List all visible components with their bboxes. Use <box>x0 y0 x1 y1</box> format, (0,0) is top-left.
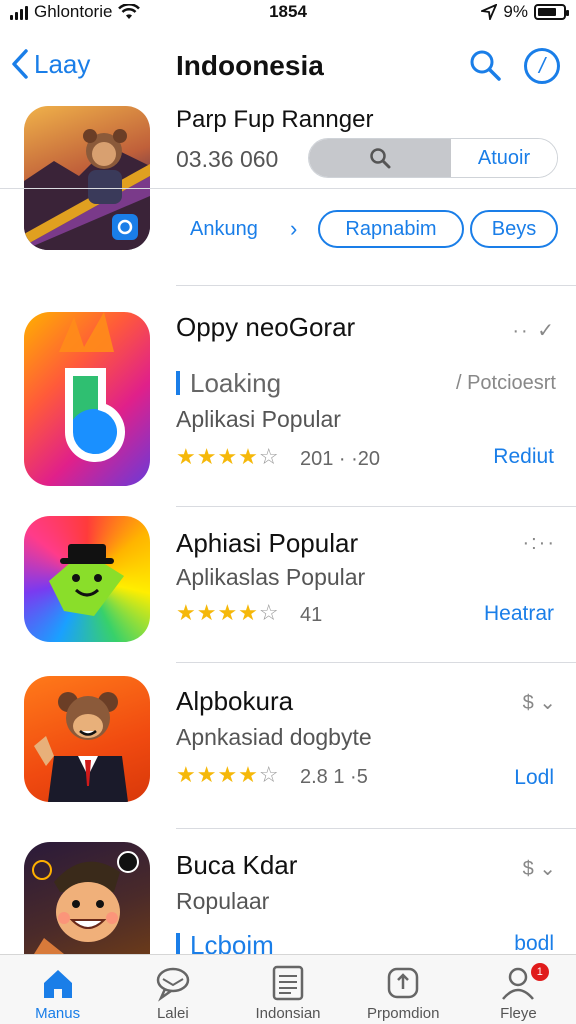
chat-icon <box>156 967 190 1002</box>
price-icon[interactable]: $ ⌄ <box>523 690 556 715</box>
location-arrow-icon <box>481 4 498 20</box>
chevron-right-icon[interactable]: › <box>290 216 297 242</box>
get-button[interactable]: Rediut <box>493 445 554 469</box>
app-category: Aplikasi Popular <box>176 406 341 432</box>
featured-pill-1[interactable]: Rapnabim <box>318 210 464 248</box>
more-icon[interactable]: ·:·· <box>522 532 556 555</box>
app-icon <box>24 516 150 642</box>
list-item[interactable]: Aphiasi Popular ·:·· Aplikaslas Popular … <box>0 506 576 664</box>
app-side-text: / Potcioesrt <box>455 372 556 394</box>
more-icon[interactable]: ·· ✓ <box>512 318 556 343</box>
app-icon <box>24 312 150 486</box>
app-subtitle-text: Loaking <box>190 368 282 398</box>
app-icon-art <box>32 851 139 954</box>
featured-app: Parp Fup Rannger 03.36 060 Atuoir Ankung… <box>0 100 576 280</box>
app-icon <box>24 676 150 802</box>
status-right: 9% <box>481 2 569 22</box>
history-icon[interactable]: / <box>524 48 560 84</box>
search-icon[interactable] <box>468 48 502 82</box>
tab-manus[interactable]: Manus <box>0 955 115 1024</box>
list-item[interactable]: Buca Kdar $ ⌄ Ropulaar Lcboim bodl <box>0 828 576 954</box>
rating-count: 201 · ·20 <box>300 448 381 470</box>
accent-bar <box>176 371 180 395</box>
app-subtitle: Ropulaar <box>176 888 270 914</box>
tab-fleye[interactable]: 1 Fleye <box>461 955 576 1024</box>
featured-title: Parp Fup Rannger <box>176 106 374 133</box>
battery-percent: 9% <box>503 2 528 21</box>
tab-indonsian[interactable]: Indonsian <box>230 955 345 1024</box>
tab-label: Lalei <box>156 1005 189 1022</box>
app-icon <box>24 842 150 954</box>
rating-count: 2.8 1 ·5 <box>300 766 368 788</box>
notification-badge: 1 <box>530 963 549 981</box>
tab-lalei[interactable]: Lalei <box>115 955 230 1024</box>
rating-stars: ★★★★☆ <box>176 762 280 787</box>
divider <box>176 285 576 286</box>
tab-label: Manus <box>35 1005 81 1022</box>
get-button[interactable]: Lodl <box>514 766 554 790</box>
app-icon-art <box>59 312 125 463</box>
rating-stars: ★★★★☆ <box>176 444 280 469</box>
app-title: Buca Kdar <box>176 850 298 880</box>
get-button[interactable]: bodl <box>514 932 554 954</box>
featured-action-button[interactable]: Atuoir <box>451 139 557 177</box>
app-subtitle: Aplikaslas Popular <box>176 564 366 590</box>
tab-prpomdion[interactable]: Prpomdion <box>346 955 461 1024</box>
chevron-left-icon <box>12 49 28 79</box>
list-item[interactable]: Alpbokura $ ⌄ Apnkasiad dogbyte ★★★★☆ 2.… <box>0 662 576 828</box>
app-title: Oppy neoGorar <box>176 312 356 342</box>
back-button[interactable]: Laay <box>10 48 90 80</box>
divider <box>0 188 576 189</box>
app-subtitle: Loaking <box>176 368 281 399</box>
featured-app-icon[interactable] <box>24 106 150 250</box>
price-icon[interactable]: $ ⌄ <box>523 856 556 881</box>
featured-link[interactable]: Ankung <box>190 218 258 241</box>
tab-label: Indonsian <box>255 1005 321 1022</box>
app-title: Aphiasi Popular <box>176 528 359 558</box>
featured-pill-2[interactable]: Beys <box>470 210 558 248</box>
navigation-bar: Laay Indoonesia / <box>0 36 576 96</box>
status-bar: Ghlontorie 1854 9% <box>0 0 576 26</box>
app-subtitle-secondary: Lcboim <box>176 930 274 954</box>
featured-price: 03.36 060 <box>176 146 279 172</box>
rating-stars: ★★★★☆ <box>176 600 280 625</box>
featured-search-segment[interactable] <box>309 139 451 177</box>
app-subtitle: Apnkasiad dogbyte <box>176 724 372 750</box>
battery-icon <box>534 4 569 20</box>
app-title: Alpbokura <box>176 686 294 716</box>
app-icon-art <box>49 544 124 616</box>
list-icon <box>272 965 304 1001</box>
app-icon-art <box>34 692 128 802</box>
tab-bar: Manus Lalei Indonsian Prpomdion 1 Fleye <box>0 954 576 1024</box>
tab-label: Fleye <box>500 1005 537 1022</box>
tab-label: Prpomdion <box>366 1005 440 1022</box>
update-icon <box>387 967 419 999</box>
rating-count: 41 <box>300 604 323 626</box>
featured-app-art <box>24 129 150 250</box>
page-title: Indoonesia <box>176 50 324 81</box>
back-label: Laay <box>34 48 91 79</box>
get-button[interactable]: Heatrar <box>484 602 554 626</box>
app-subtitle-text: Lcboim <box>190 930 274 954</box>
house-icon <box>43 970 72 998</box>
accent-bar <box>176 933 180 954</box>
featured-segmented-control: Atuoir <box>308 138 558 178</box>
list-item[interactable]: Oppy neoGorar ·· ✓ Loaking / Potcioesrt … <box>0 290 576 506</box>
search-icon <box>370 148 391 169</box>
